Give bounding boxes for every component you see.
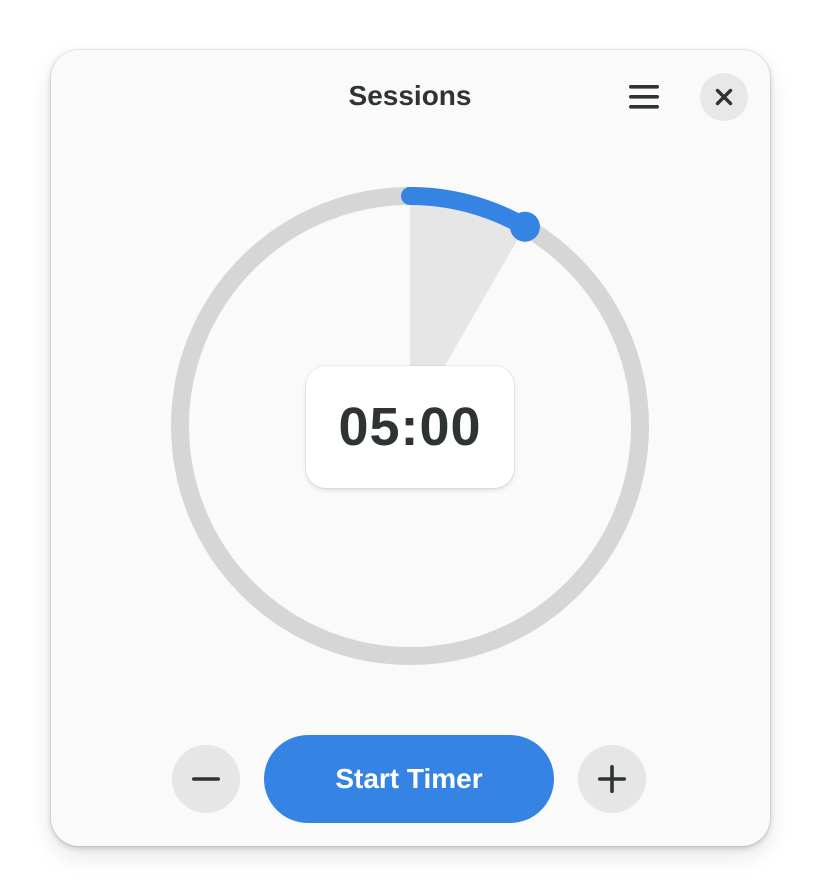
close-icon (715, 88, 733, 106)
time-display: 05:00 (306, 366, 514, 488)
window-title: Sessions (348, 80, 472, 111)
increase-time-button[interactable] (578, 745, 646, 813)
menu-button[interactable] (620, 74, 668, 120)
close-button[interactable] (700, 73, 748, 121)
minus-icon (192, 777, 220, 781)
decrease-time-button[interactable] (172, 745, 240, 813)
hamburger-menu-icon (629, 85, 659, 109)
dial-handle[interactable] (509, 211, 540, 242)
plus-icon (598, 765, 626, 793)
start-timer-button[interactable]: Start Timer (264, 735, 554, 823)
